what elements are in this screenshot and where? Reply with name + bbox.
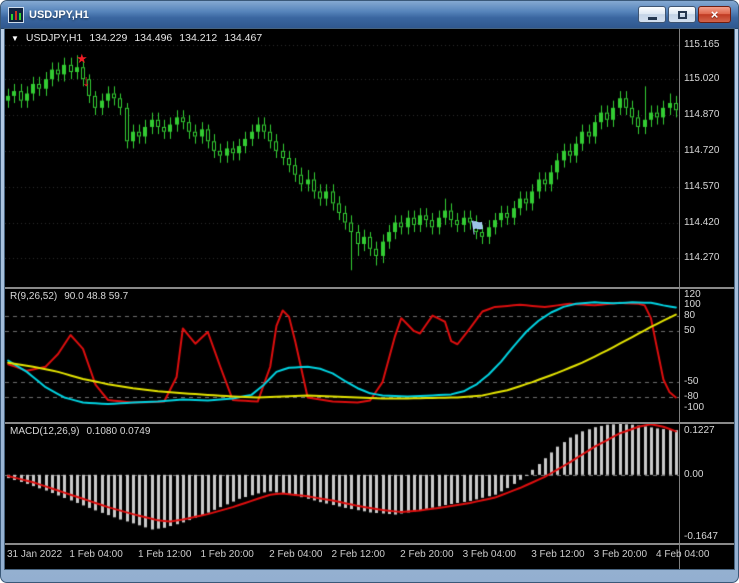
macd-axis-label: 0.1227 (684, 425, 715, 436)
oscillator-canvas[interactable] (5, 289, 679, 422)
window-icon[interactable] (8, 6, 24, 23)
oscillator-axis-label: -100 (684, 401, 705, 413)
time-axis-label: 1 Feb 04:00 (69, 549, 123, 560)
price-axis-label: 114.870 (684, 109, 720, 120)
macd-axis-label: -0.1647 (684, 531, 718, 542)
time-axis-label: 3 Feb 12:00 (531, 549, 585, 560)
macd-axis-label: 0.00 (684, 468, 704, 480)
ohlc-high: 134.496 (134, 32, 173, 44)
sell-arrow-marker[interactable]: ↓ (82, 73, 90, 90)
time-axis-label: 4 Feb 04:00 (656, 549, 710, 560)
time-axis[interactable]: 31 Jan 2022 1 Feb 04:00 1 Feb 12:00 1 Feb 2… (5, 545, 734, 569)
time-axis-label: 1 Feb 20:00 (200, 549, 254, 560)
price-axis-label: 114.420 (684, 216, 720, 228)
window-controls: × (638, 6, 731, 23)
price-panel: 115.165 115.020 114.870 114.720 114.570 114.4… (5, 29, 734, 287)
close-button[interactable]: × (698, 6, 731, 23)
chart-header: ▼ USDJPY,H1 134.229 134.496 134.212 134.… (11, 32, 262, 44)
macd-axis[interactable]: 0.1227 0.00 -0.1647 (679, 424, 734, 543)
ohlc-open: 134.229 (89, 32, 128, 44)
window-title: USDJPY,H1 (29, 8, 89, 21)
macd-panel: 0.1227 0.00 -0.1647 MACD(12,26,9) 0.1080 0… (5, 424, 734, 543)
oscillator-axis-label: 80 (684, 309, 696, 321)
macd-values: 0.1080 0.0749 (86, 426, 151, 437)
price-axis-label: 114.720 (684, 144, 720, 156)
chart-symbol-period: USDJPY,H1 (25, 32, 83, 44)
minimize-icon (647, 16, 657, 20)
ohlc-low: 134.212 (179, 32, 218, 44)
price-axis-label: 115.020 (684, 73, 720, 85)
oscillator-axis[interactable]: 120 100 80 50 -50 -80 -100 (679, 289, 734, 422)
mt4-chart-window: USDJPY,H1 × 115.165 115.020 114.870 114.720… (0, 0, 739, 583)
time-axis-label: 2 Feb 20:00 (400, 549, 454, 560)
oscillator-label: R(9,26,52) 90.0 48.8 59.7 (10, 291, 128, 302)
time-axis-label: 3 Feb 20:00 (593, 549, 647, 560)
oscillator-panel: 120 100 80 50 -50 -80 -100 R(9,26,52) 90.0 48.… (5, 289, 734, 422)
oscillator-axis-label: -50 (684, 376, 699, 388)
time-axis-label: 31 Jan 2022 (7, 549, 63, 560)
time-axis-label: 2 Feb 12:00 (331, 549, 385, 560)
time-axis-label: 2 Feb 04:00 (269, 549, 323, 560)
chart-content: 115.165 115.020 114.870 114.720 114.570 114.4… (4, 28, 735, 570)
sell-star-marker[interactable]: ★ (76, 52, 88, 65)
oscillator-values: 90.0 48.8 59.7 (64, 291, 129, 302)
maximize-icon (677, 10, 687, 19)
macd-canvas[interactable] (5, 424, 679, 543)
close-icon: × (710, 7, 719, 22)
minimize-button[interactable] (638, 6, 666, 23)
price-axis-label: 114.570 (684, 180, 720, 192)
macd-name: MACD(12,26,9) (10, 426, 80, 437)
time-axis-label: 1 Feb 12:00 (138, 549, 192, 560)
quick-trade-arrow-icon[interactable]: ▼ (11, 34, 19, 43)
price-axis-label: 114.270 (684, 252, 720, 264)
oscillator-axis-label: 50 (684, 324, 696, 336)
ohlc-close: 134.467 (224, 32, 263, 44)
price-axis-label: 115.165 (684, 38, 720, 50)
macd-label: MACD(12,26,9) 0.1080 0.0749 (10, 426, 150, 437)
buy-flag-marker[interactable]: ⚑ (468, 217, 488, 240)
oscillator-name: R(9,26,52) (10, 291, 58, 302)
title-bar[interactable]: USDJPY,H1 × (1, 1, 738, 29)
time-axis-label: 3 Feb 04:00 (462, 549, 516, 560)
price-chart-canvas[interactable] (5, 29, 679, 287)
price-axis[interactable]: 115.165 115.020 114.870 114.720 114.570 114.4… (679, 29, 734, 287)
maximize-button[interactable] (668, 6, 696, 23)
